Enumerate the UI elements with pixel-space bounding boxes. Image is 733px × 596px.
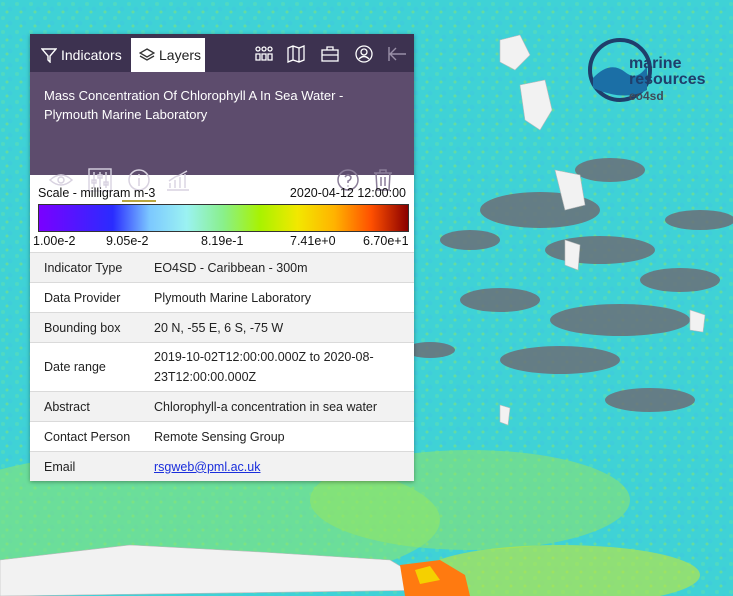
logo-line-eo4sd: eo4sd [629,89,664,103]
info-value: Chlorophyll-a concentration in sea water [154,391,414,422]
tab-layers[interactable]: Layers [131,38,205,72]
info-value: 20 N, -55 E, 6 S, -75 W [154,312,414,343]
table-row: Abstract Chlorophyll-a concentration in … [30,391,414,422]
info-value: Plymouth Marine Laboratory [154,282,414,313]
info-value: EO4SD - Caribbean - 300m [154,252,414,283]
info-value: Remote Sensing Group [154,421,414,452]
layer-info-table: Indicator Type EO4SD - Caribbean - 300m … [30,252,414,481]
scale-date: 2020-04-12 12:00:00 [289,186,406,200]
logo-line-marine: marine [629,55,682,72]
scale-ticks: 1.00e-2 9.05e-2 8.19e-1 7.41e+0 6.70e+1 [30,234,414,250]
layer-header: Mass Concentration Of Chlorophyll A In S… [30,72,414,202]
info-key: Abstract [30,391,154,422]
info-key: Email [30,451,154,481]
tab-indicators[interactable]: Indicators [33,38,129,72]
collapse-arrow-icon[interactable] [388,44,408,64]
tab-indicators-label: Indicators [61,47,122,63]
people-icon[interactable] [254,44,274,64]
funnel-icon [41,48,57,63]
table-row: Email rsgweb@pml.ac.uk [30,451,414,481]
scale-tick-2: 8.19e-1 [201,234,244,248]
logo-line-resources: resources [629,71,706,88]
scale-tick-0: 1.00e-2 [33,234,76,248]
info-key: Date range [30,342,154,392]
scale-header: Scale - milligram m-3 2020-04-12 12:00:0… [38,186,406,200]
layer-info-panel: Indicators Layers Mass Concentration Of … [30,34,414,481]
info-key: Bounding box [30,312,154,343]
layers-icon [139,48,155,61]
scale-tick-1: 9.05e-2 [106,234,149,248]
table-row: Contact Person Remote Sensing Group [30,421,414,452]
scale-tick-4: 6.70e+1 [363,234,409,248]
color-scale-bar [38,204,409,232]
info-key: Data Provider [30,282,154,313]
info-key: Contact Person [30,421,154,452]
active-tool-indicator [122,200,156,202]
user-icon[interactable] [354,44,374,64]
table-row: Date range 2019-10-02T12:00:00.000Z to 2… [30,342,414,392]
marine-resources-logo: marine resources eo4sd [585,30,715,112]
table-row: Data Provider Plymouth Marine Laboratory [30,282,414,313]
briefcase-icon[interactable] [320,44,340,64]
info-key: Indicator Type [30,252,154,283]
tab-layers-label: Layers [159,47,202,63]
table-row: Indicator Type EO4SD - Caribbean - 300m [30,252,414,283]
panel-topbar: Indicators Layers [30,34,414,72]
scale-label: Scale - milligram m-3 [38,186,156,200]
email-link[interactable]: rsgweb@pml.ac.uk [154,460,260,474]
layer-title: Mass Concentration Of Chlorophyll A In S… [44,88,344,122]
table-row: Bounding box 20 N, -55 E, 6 S, -75 W [30,312,414,343]
scale-tick-3: 7.41e+0 [290,234,336,248]
info-value: 2019-10-02T12:00:00.000Z to 2020-08-23T1… [154,342,414,392]
map-icon[interactable] [286,44,306,64]
